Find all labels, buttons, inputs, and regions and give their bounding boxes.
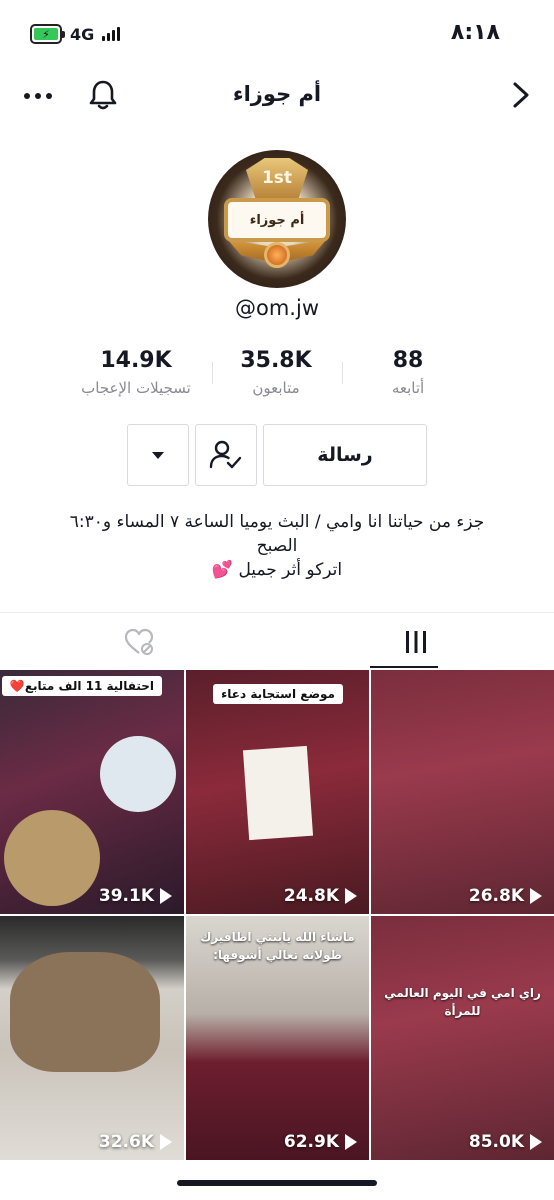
status-bar: ⚡ 4G ٨:١٨ [0, 0, 554, 70]
profile-stats: 14.9K تسجيلات الإعجاب 35.8K متابعون 88 أ… [0, 348, 554, 408]
video-caption: احتفالية 11 الف متابع❤️ [1, 676, 162, 696]
following-label: أتابعه [391, 379, 425, 397]
video-tile[interactable]: 26.8K [371, 670, 554, 914]
bio-text: اتركو أثر جميل [238, 560, 343, 580]
tab-liked[interactable] [0, 613, 277, 671]
stat-likes: 14.9K تسجيلات الإعجاب [66, 348, 206, 397]
video-caption: موضع استجابة دعاء [213, 684, 343, 704]
video-tile[interactable]: 32.6K [0, 916, 184, 1160]
decorated-plate [4, 810, 100, 906]
video-tile[interactable]: موضع استجابة دعاء 24.8K [186, 670, 369, 914]
followers-label: متابعون [252, 379, 300, 397]
cat-shape [10, 952, 160, 1072]
play-icon [345, 888, 357, 904]
network-label: 4G [70, 24, 95, 44]
badge-name: أم جوزاء [224, 198, 330, 242]
username: @om.jw [235, 296, 319, 320]
avatar[interactable]: 1st أم جوزاء [208, 150, 346, 288]
video-overlay-text: راي امي في اليوم العالمي للمرأة [384, 986, 541, 1018]
home-indicator[interactable] [177, 1180, 377, 1186]
hidden-heart-icon [124, 628, 153, 655]
badge-rank: 1st [246, 158, 308, 198]
video-grid: 26.8K موضع استجابة دعاء 24.8K احتفالية 1… [0, 670, 554, 1160]
page-title: أم جوزاء [232, 82, 322, 106]
likes-label: تسجيلات الإعجاب [81, 379, 191, 397]
status-indicators: ⚡ 4G [30, 24, 121, 44]
grid-icon [405, 631, 426, 653]
paper-note [242, 745, 314, 841]
play-icon [530, 1134, 542, 1150]
battery-icon: ⚡ [30, 24, 65, 44]
caret-down-icon [152, 451, 164, 459]
user-check-icon [209, 440, 242, 469]
badge-gem-icon [264, 242, 290, 268]
following-status-button[interactable] [195, 424, 257, 486]
bio-line: الصبح [256, 536, 298, 556]
decorated-plate [100, 736, 176, 812]
message-button[interactable]: رسالة [263, 424, 427, 486]
view-count: 26.8K [469, 886, 542, 906]
play-icon [160, 1134, 172, 1150]
stat-following[interactable]: 88 أتابعه [338, 348, 478, 397]
stat-followers[interactable]: 35.8K متابعون [206, 348, 346, 397]
play-icon [530, 888, 542, 904]
bio-line: جزء من حياتنا انا وامي / البث يوميا السا… [69, 512, 485, 532]
signal-icon [102, 27, 121, 41]
video-tile[interactable]: احتفالية 11 الف متابع❤️ 39.1K [0, 670, 184, 914]
suggested-accounts-dropdown[interactable] [127, 424, 189, 486]
video-tile[interactable]: ماشاء الله يابنتي اظافيرك طولانه تعالي أ… [186, 916, 369, 1160]
back-arrow-icon[interactable] [510, 80, 532, 110]
following-count: 88 [392, 348, 424, 373]
followers-count: 35.8K [240, 348, 312, 373]
profile-bio: جزء من حياتنا انا وامي / البث يوميا السا… [40, 510, 514, 582]
video-tile[interactable]: راي امي في اليوم العالمي للمرأة 85.0K [371, 916, 554, 1160]
play-icon [345, 1134, 357, 1150]
status-time: ٨:١٨ [450, 20, 500, 45]
view-count: 85.0K [469, 1132, 542, 1152]
video-overlay-text: ماشاء الله يابنتي اظافيرك طولانه تعالي أ… [200, 930, 355, 962]
view-count: 39.1K [99, 886, 172, 906]
profile-tabs [0, 612, 554, 670]
view-count: 32.6K [99, 1132, 172, 1152]
view-count: 24.8K [284, 886, 357, 906]
nav-bar: أم جوزاء [0, 70, 554, 124]
view-count: 62.9K [284, 1132, 357, 1152]
likes-count: 14.9K [100, 348, 172, 373]
hearts-emoji: 💕 [211, 560, 234, 580]
tab-videos[interactable] [277, 613, 554, 671]
bio-line: اتركو أثر جميل 💕 [40, 558, 514, 582]
play-icon [160, 888, 172, 904]
active-tab-indicator [370, 666, 438, 668]
